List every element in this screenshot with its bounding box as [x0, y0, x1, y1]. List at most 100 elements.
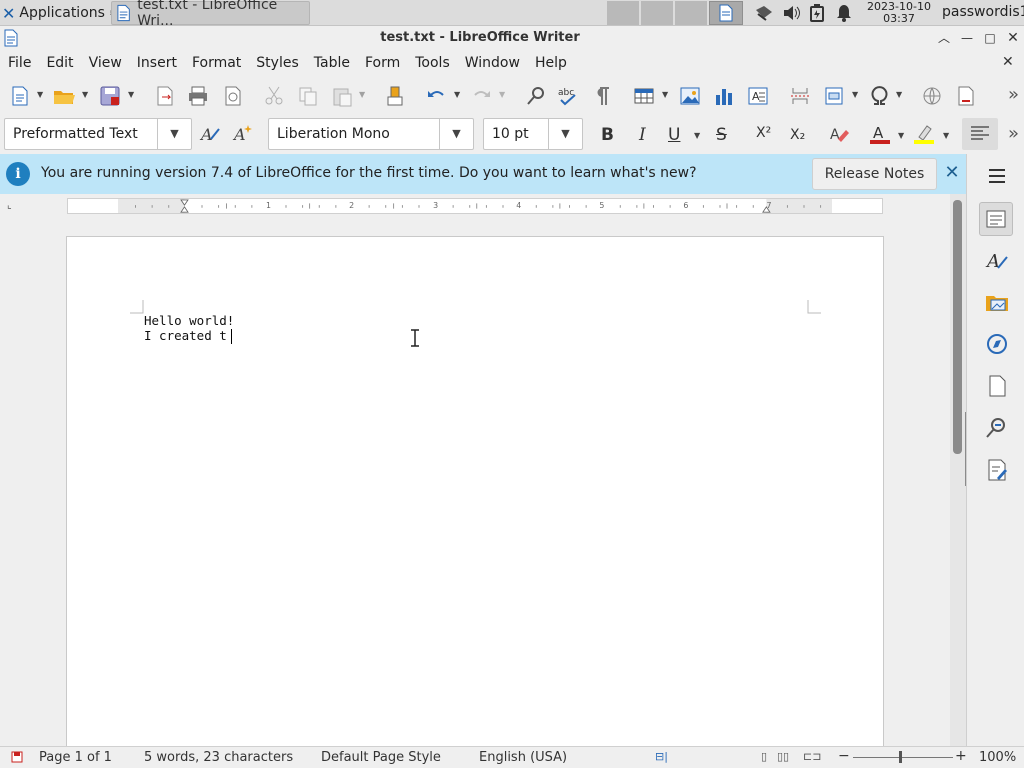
taskbar-window-button[interactable]: test.txt - LibreOffice Wri...: [111, 0, 310, 29]
book-view-icon[interactable]: ⊏⊐: [803, 750, 821, 763]
underline-button[interactable]: U: [668, 125, 680, 145]
align-left-button[interactable]: [962, 118, 998, 150]
network-icon[interactable]: [754, 4, 774, 22]
document-line[interactable]: Hello world!: [144, 313, 234, 328]
workspace-3[interactable]: [675, 1, 707, 25]
menu-tools[interactable]: Tools: [415, 55, 458, 71]
document-modified-icon[interactable]: [11, 751, 23, 763]
copy-icon[interactable]: [297, 85, 319, 107]
notification-bell-icon[interactable]: [836, 4, 852, 22]
zoom-slider-handle[interactable]: [899, 751, 902, 763]
cut-icon[interactable]: [263, 85, 285, 107]
menu-edit[interactable]: Edit: [46, 55, 81, 71]
zoom-level[interactable]: 100%: [979, 750, 1016, 765]
page-break-icon[interactable]: [789, 85, 811, 107]
sidebar-menu-icon[interactable]: [985, 164, 1009, 188]
clone-formatting-icon[interactable]: [384, 85, 406, 107]
style-inspector-icon[interactable]: [985, 416, 1009, 440]
workspace-2[interactable]: [641, 1, 673, 25]
maximize-button[interactable]: □: [982, 30, 998, 46]
minimize-button[interactable]: —: [959, 30, 975, 46]
menu-help[interactable]: Help: [535, 55, 575, 71]
page-style[interactable]: Default Page Style: [321, 750, 441, 765]
zoom-in-icon[interactable]: +: [955, 748, 967, 764]
highlight-color-icon[interactable]: [913, 123, 935, 145]
chevron-down-icon[interactable]: ▼: [128, 90, 134, 99]
chevron-down-icon[interactable]: ▼: [548, 119, 582, 149]
export-pdf-icon[interactable]: [154, 85, 176, 107]
hyperlink-icon[interactable]: [921, 85, 943, 107]
save-icon[interactable]: [99, 85, 121, 107]
font-color-icon[interactable]: A: [869, 123, 891, 145]
menu-form[interactable]: Form: [365, 55, 408, 71]
chevron-down-icon[interactable]: ▼: [896, 90, 902, 99]
release-notes-button[interactable]: Release Notes: [812, 158, 937, 190]
page-icon[interactable]: [985, 374, 1009, 398]
page-count[interactable]: Page 1 of 1: [39, 750, 112, 765]
insert-table-icon[interactable]: [633, 85, 655, 107]
chevron-down-icon[interactable]: ▼: [37, 90, 43, 99]
new-document-icon[interactable]: [9, 85, 31, 107]
print-icon[interactable]: [187, 85, 209, 107]
chevron-down-icon[interactable]: ▼: [943, 131, 949, 140]
paragraph-style-combo[interactable]: Preformatted Text ▼: [4, 118, 192, 150]
zoom-slider[interactable]: [853, 757, 953, 758]
chevron-down-icon[interactable]: ▼: [898, 131, 904, 140]
subscript-button[interactable]: X₂: [790, 127, 805, 143]
menu-window[interactable]: Window: [465, 55, 528, 71]
word-count[interactable]: 5 words, 23 characters: [144, 750, 293, 765]
menu-view[interactable]: View: [89, 55, 130, 71]
open-folder-icon[interactable]: [53, 85, 75, 107]
formatting-marks-icon[interactable]: [591, 85, 613, 107]
workspace-4-active[interactable]: [709, 1, 743, 25]
new-style-icon[interactable]: A: [232, 123, 254, 145]
gallery-icon[interactable]: [985, 290, 1009, 314]
single-page-view-icon[interactable]: ▯: [761, 750, 767, 763]
chevron-down-icon[interactable]: ▼: [359, 90, 365, 99]
properties-tab[interactable]: [979, 202, 1013, 236]
spelling-icon[interactable]: abc: [557, 85, 579, 107]
menu-insert[interactable]: Insert: [137, 55, 185, 71]
footnote-icon[interactable]: [955, 85, 977, 107]
insert-image-icon[interactable]: [679, 85, 701, 107]
font-size-combo[interactable]: 10 pt ▼: [483, 118, 583, 150]
shade-button[interactable]: ︿: [936, 30, 952, 46]
paste-icon[interactable]: [331, 85, 353, 107]
redo-icon[interactable]: [471, 85, 493, 107]
superscript-button[interactable]: X²: [756, 125, 771, 141]
insert-textbox-icon[interactable]: A: [747, 85, 769, 107]
document-line[interactable]: I created t: [144, 328, 227, 343]
chevron-down-icon[interactable]: ▼: [439, 119, 473, 149]
chevron-down-icon[interactable]: ▼: [694, 131, 700, 140]
print-preview-icon[interactable]: [222, 85, 244, 107]
chevron-down-icon[interactable]: ▼: [662, 90, 668, 99]
manage-changes-icon[interactable]: [985, 458, 1009, 482]
menu-styles[interactable]: Styles: [256, 55, 306, 71]
infobar-close-icon[interactable]: ✕: [943, 164, 961, 182]
update-style-icon[interactable]: A: [199, 123, 221, 145]
undo-icon[interactable]: [425, 85, 447, 107]
chevron-down-icon[interactable]: ▼: [157, 119, 191, 149]
multi-page-view-icon[interactable]: ▯▯: [777, 750, 789, 763]
styles-icon[interactable]: A: [985, 248, 1009, 272]
font-name-combo[interactable]: Liberation Mono ▼: [268, 118, 474, 150]
zoom-out-icon[interactable]: −: [838, 748, 850, 764]
language[interactable]: English (USA): [479, 750, 567, 765]
find-replace-icon[interactable]: [525, 85, 547, 107]
menu-format[interactable]: Format: [192, 55, 249, 71]
clear-formatting-icon[interactable]: A: [829, 123, 851, 145]
menu-table[interactable]: Table: [314, 55, 358, 71]
user-menu[interactable]: passwordis1: [942, 4, 1024, 20]
toolbar-overflow-icon[interactable]: »: [1008, 84, 1019, 105]
battery-icon[interactable]: [810, 4, 824, 22]
applications-menu[interactable]: ✕ Applications ≡: [2, 2, 117, 24]
insert-field-icon[interactable]: [823, 85, 845, 107]
insert-chart-icon[interactable]: [713, 85, 735, 107]
tab-stop-icon[interactable]: ⌞: [7, 200, 12, 211]
chevron-down-icon[interactable]: ▼: [454, 90, 460, 99]
strikethrough-button[interactable]: S: [716, 125, 727, 145]
italic-button[interactable]: I: [639, 125, 646, 145]
close-document-icon[interactable]: ✕: [1002, 54, 1014, 70]
close-window-button[interactable]: ✕: [1005, 30, 1021, 46]
menu-file[interactable]: File: [8, 55, 39, 71]
